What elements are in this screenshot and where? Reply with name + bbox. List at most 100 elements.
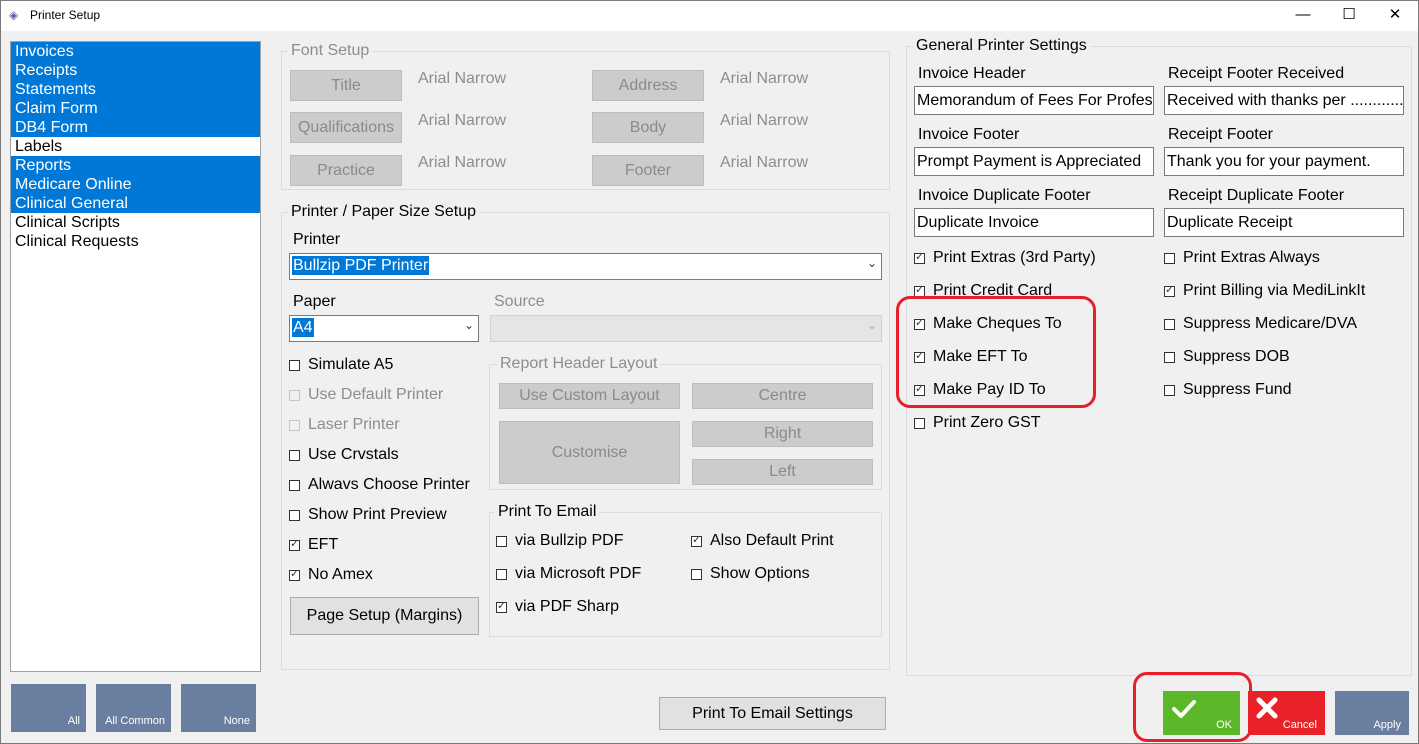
left-button[interactable]: Left: [692, 459, 873, 485]
checkbox-box: [914, 283, 925, 297]
print-extras-checkbox[interactable]: Print Extras (3rd Party): [914, 249, 1096, 267]
close-button[interactable]: ✕: [1372, 0, 1418, 31]
paper-select[interactable]: A4 ⌄: [289, 315, 479, 342]
also-default-print-checkbox[interactable]: Also Default Print: [691, 532, 834, 550]
print-billing-medilinkit-checkbox[interactable]: Print Billing via MediLinkIt: [1164, 282, 1365, 300]
checkbox-box: [691, 533, 702, 547]
print-to-email-settings-button[interactable]: Print To Email Settings: [659, 697, 886, 730]
list-item[interactable]: Clinical General: [11, 194, 260, 213]
suppress-fund-checkbox[interactable]: Suppress Fund: [1164, 381, 1292, 399]
invoice-header-label: Invoice Header: [918, 65, 1026, 82]
invoice-footer-input[interactable]: Prompt Payment is Appreciated: [914, 147, 1154, 176]
use-crystals-label: Use Crvstals: [308, 446, 399, 463]
printer-label: Printer: [293, 231, 341, 248]
minimize-button[interactable]: —: [1280, 0, 1326, 31]
invoice-duplicate-footer-label: Invoice Duplicate Footer: [918, 187, 1091, 204]
suppress-medicare-label: Suppress Medicare/DVA: [1183, 315, 1357, 332]
printer-select-value: Bullzip PDF Printer: [292, 256, 430, 275]
footer-font-button[interactable]: Footer: [592, 155, 704, 186]
address-font-button[interactable]: Address: [592, 70, 704, 101]
suppress-dob-checkbox[interactable]: Suppress DOB: [1164, 348, 1290, 366]
invoice-header-input[interactable]: Memorandum of Fees For Professional Serv…: [914, 86, 1154, 115]
checkbox-box: [1164, 384, 1175, 396]
simulate-a5-label: Simulate A5: [308, 356, 394, 373]
use-crystals-checkbox[interactable]: Use Crvstals: [289, 446, 399, 464]
show-print-preview-label: Show Print Preview: [308, 506, 447, 523]
via-bullzip-checkbox[interactable]: via Bullzip PDF: [496, 532, 623, 550]
receipt-footer-received-input[interactable]: Received with thanks per ...............…: [1164, 86, 1404, 115]
no-amex-checkbox[interactable]: No Amex: [289, 566, 373, 584]
checkbox-box: [289, 567, 300, 581]
via-microsoft-checkbox[interactable]: via Microsoft PDF: [496, 565, 641, 583]
body-font-button[interactable]: Body: [592, 112, 704, 143]
source-select[interactable]: ⌄: [490, 315, 882, 342]
page-setup-button[interactable]: Page Setup (Margins): [290, 597, 479, 635]
font-setup-legend: Font Setup: [288, 42, 373, 60]
invoice-footer-label: Invoice Footer: [918, 126, 1020, 143]
use-default-printer-label: Use Default Printer: [308, 386, 444, 403]
suppress-medicare-checkbox[interactable]: Suppress Medicare/DVA: [1164, 315, 1357, 333]
checkbox-box: [1164, 252, 1175, 264]
checkbox-box: [496, 568, 507, 580]
checkmark-icon: [1172, 700, 1196, 718]
always-choose-printer-checkbox[interactable]: Alwavs Choose Printer: [289, 476, 470, 494]
checkbox-box: [289, 537, 300, 551]
list-item[interactable]: DB4 Form: [11, 118, 260, 137]
title-font-button[interactable]: Title: [290, 70, 402, 101]
via-pdf-sharp-checkbox[interactable]: via PDF Sharp: [496, 598, 619, 616]
maximize-button[interactable]: ☐: [1326, 0, 1372, 31]
checkbox-box: [1164, 318, 1175, 330]
qualifications-font-label: Arial Narrow: [418, 112, 507, 129]
receipt-footer-input[interactable]: Thank you for your payment.: [1164, 147, 1404, 176]
list-item[interactable]: Clinical Requests: [11, 232, 260, 251]
ok-button[interactable]: OK: [1163, 691, 1240, 735]
use-custom-layout-button[interactable]: Use Custom Layout: [499, 383, 680, 409]
apply-button[interactable]: Apply: [1335, 691, 1409, 735]
laser-printer-checkbox[interactable]: Laser Printer: [289, 416, 400, 434]
simulate-a5-checkbox[interactable]: Simulate A5: [289, 356, 393, 374]
print-zero-gst-checkbox[interactable]: Print Zero GST: [914, 414, 1041, 432]
list-item[interactable]: Medicare Online: [11, 175, 260, 194]
cancel-button[interactable]: Cancel: [1248, 691, 1325, 735]
select-all-label: All: [67, 715, 80, 727]
right-button[interactable]: Right: [692, 421, 873, 447]
title-bar: [0, 0, 1419, 31]
show-options-checkbox[interactable]: Show Options: [691, 565, 810, 583]
checkbox-box: [289, 509, 300, 521]
app-icon: ◈: [9, 8, 19, 22]
select-all-button[interactable]: All: [11, 684, 86, 732]
qualifications-font-button[interactable]: Qualifications: [290, 112, 402, 143]
report-type-list[interactable]: Invoices Receipts Statements Claim Form …: [10, 41, 261, 672]
select-all-common-button[interactable]: All Common: [96, 684, 171, 732]
ok-label: OK: [1216, 719, 1232, 731]
x-icon: [1256, 697, 1278, 719]
show-print-preview-checkbox[interactable]: Show Print Preview: [289, 506, 447, 524]
list-item[interactable]: Clinical Scripts: [11, 213, 260, 232]
annotation-highlight-payment: [896, 296, 1096, 408]
list-item[interactable]: Reports: [11, 156, 260, 175]
use-default-printer-checkbox[interactable]: Use Default Printer: [289, 386, 443, 404]
practice-font-button[interactable]: Practice: [290, 155, 402, 186]
list-item[interactable]: Receipts: [11, 61, 260, 80]
list-item[interactable]: Claim Form: [11, 99, 260, 118]
print-extras-always-checkbox[interactable]: Print Extras Always: [1164, 249, 1320, 267]
printer-select[interactable]: Bullzip PDF Printer ⌄: [289, 253, 882, 280]
checkbox-box: [289, 449, 300, 461]
customise-button[interactable]: Customise: [499, 421, 680, 484]
centre-button[interactable]: Centre: [692, 383, 873, 409]
eft-checkbox[interactable]: EFT: [289, 536, 338, 554]
select-all-common-label: All Common: [105, 715, 165, 727]
receipt-duplicate-footer-input[interactable]: Duplicate Receipt: [1164, 208, 1404, 237]
list-item[interactable]: Statements: [11, 80, 260, 99]
chevron-down-icon: ⌄: [463, 318, 474, 332]
list-item[interactable]: Labels: [11, 137, 260, 156]
checkbox-box: [1164, 283, 1175, 297]
invoice-duplicate-footer-input[interactable]: Duplicate Invoice: [914, 208, 1154, 237]
also-default-print-label: Also Default Print: [710, 532, 834, 549]
suppress-fund-label: Suppress Fund: [1183, 381, 1292, 398]
list-item[interactable]: Invoices: [11, 42, 260, 61]
select-none-button[interactable]: None: [181, 684, 256, 732]
checkbox-box: [914, 250, 925, 264]
checkbox-box: [914, 417, 925, 429]
checkbox-box: [289, 359, 300, 371]
